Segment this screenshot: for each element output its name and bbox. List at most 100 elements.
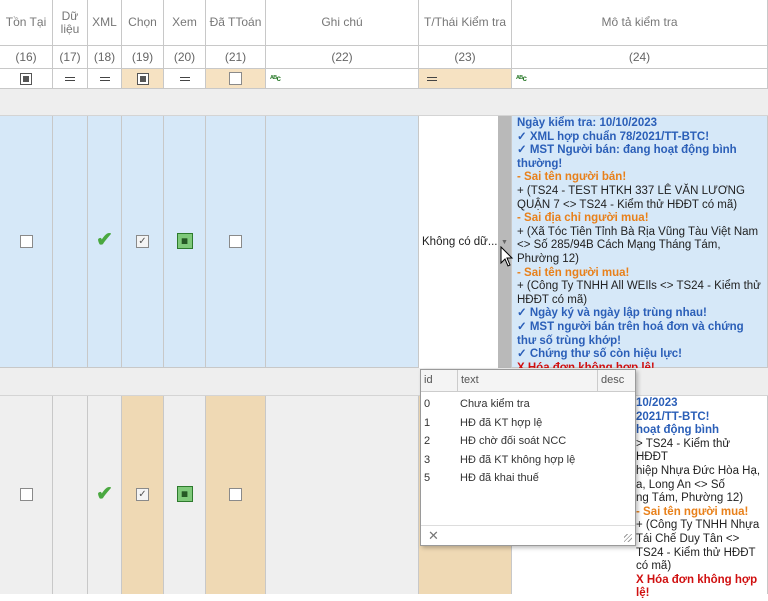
description-line: 2021/TT-BTC! [636,410,710,423]
dropdown-option[interactable]: 0 Chưa kiểm tra [421,395,635,414]
da-ttoan-checkbox[interactable] [229,488,242,501]
header-du-lieu[interactable]: Dữ liệu [53,0,88,46]
header-xml[interactable]: XML [88,0,122,46]
header-mo-ta[interactable]: Mô tả kiểm tra [512,0,768,46]
text-filter-icon: ᴬᴮc [516,74,527,83]
group-row [0,368,53,396]
group-row [122,368,164,396]
row2-ghi-chu[interactable] [266,396,419,594]
row2-description: 10/2023 2021/TT-BTC! hoạt động bình > TS24 … [636,397,764,601]
option-id: 5 [424,472,431,485]
description-line: ng Tám, Phường 12) [636,492,744,505]
resize-grip-icon[interactable] [624,534,632,542]
description-line: ✓ XML hợp chuẩn 78/2021/TT-BTC! [517,130,710,143]
description-line: X Hóa đơn không hợp lệ! [636,573,758,600]
da-ttoan-checkbox[interactable] [229,235,242,248]
col-da-ttoan: Đã TToán (21) [206,0,266,594]
option-id: 0 [424,398,431,411]
group-row [53,368,88,396]
description-line: + (Công Ty TNHH Nhựa Tái Chế Duy Tân <> … [636,519,760,573]
group-row [0,89,53,116]
dropdown-option[interactable]: 1 HĐ đã KT hợp lệ [421,414,635,433]
header-chon[interactable]: Chọn [122,0,164,46]
close-icon[interactable]: ✕ [428,528,439,544]
dropdown-option[interactable]: 5 HĐ đã khai thuế [421,469,635,488]
description-line: ✓ Ngày ký và ngày lập trùng nhau! [517,307,707,320]
row1-description: Ngày kiểm tra: 10/10/2023 ✓ XML hợp chuẩn… [517,117,764,375]
colnum-da-ttoan: (21) [206,46,266,69]
option-text: Chưa kiểm tra [460,398,530,411]
description-line: > TS24 - Kiểm thử HĐĐT [636,437,731,464]
equals-icon [179,76,190,81]
colnum-xml: (18) [88,46,122,69]
colnum-du-lieu: (17) [53,46,88,69]
filter-chon[interactable] [122,69,164,89]
filter-du-lieu[interactable] [53,69,88,89]
colnum-xem: (20) [164,46,206,69]
header-xem[interactable]: Xem [164,0,206,46]
filter-ghi-chu[interactable]: ᴬᴮc [266,69,419,89]
description-line: hiệp Nhựa Đức Hòa Hạ, [636,464,761,477]
dropdown-option[interactable]: 3 HĐ đã KT không hợp lệ [421,451,635,470]
ton-tai-checkbox[interactable] [19,488,33,501]
combo-dropdown-button[interactable]: ▼ [498,116,511,368]
group-row [53,89,88,116]
dropdown-option[interactable]: 2 HĐ chờ đối soát NCC [421,432,635,451]
header-tthai[interactable]: T/Thái Kiểm tra [419,0,512,46]
group-row [266,368,419,396]
filter-xml[interactable] [88,69,122,89]
dropdown-header-id[interactable]: id [421,370,458,391]
filter-tthai[interactable] [419,69,512,89]
status-combobox[interactable]: Không có dữ... [419,116,498,368]
chon-checkbox[interactable]: ✓ [136,488,149,501]
header-ghi-chu[interactable]: Ghi chú [266,0,419,46]
dropdown-header-desc[interactable]: desc [598,370,635,391]
col-du-lieu: Dữ liệu (17) [53,0,88,594]
col-xml: XML (18) ✔ ✔ [88,0,122,594]
filter-checkbox-icon[interactable] [136,72,149,85]
filter-ton-tai[interactable] [0,69,53,89]
option-text: HĐ chờ đối soát NCC [460,435,567,448]
colnum-tthai: (23) [419,46,512,69]
option-text: HĐ đã khai thuế [460,472,539,485]
colnum-ton-tai: (16) [0,46,53,69]
filter-checkbox[interactable] [229,72,242,85]
header-ton-tai[interactable]: Tồn Tại [0,0,53,46]
description-line: - Sai địa chỉ người mua! [517,212,649,225]
ton-tai-checkbox[interactable] [19,235,33,248]
view-xml-icon[interactable]: ▦ [176,486,193,502]
row1-xml: ✔ [88,116,122,368]
filter-da-ttoan[interactable] [206,69,266,89]
chevron-down-icon: ▼ [501,238,508,246]
description-line: a, Long An <> Số [636,478,725,491]
col-ghi-chu: Ghi chú (22) ᴬᴮc [266,0,419,594]
description-line: ✓ MST Người bán: đang hoạt động bình thư… [517,144,737,170]
row1-mo-ta: Ngày kiểm tra: 10/10/2023 ✓ XML hợp chuẩn… [512,116,768,374]
invoice-grid: Tồn Tại (16) Dữ liệu (17) XML (18) ✔ ✔ C… [0,0,768,599]
description-line: - Sai tên người bán! [517,171,627,184]
dropdown-header: id text desc [421,370,635,392]
row1-du-lieu [53,116,88,368]
colnum-chon: (19) [122,46,164,69]
description-line: + (Công Ty TNHH All WEIls <> TS24 - Kiểm… [517,280,761,306]
filter-xem[interactable] [164,69,206,89]
row2-ton-tai [0,396,53,594]
view-xml-icon[interactable]: ▦ [176,233,193,249]
option-id: 2 [424,435,431,448]
col-ton-tai: Tồn Tại (16) [0,0,53,594]
equals-icon [427,76,437,81]
status-dropdown-popup: id text desc 0 Chưa kiểm tra 1 HĐ đã KT hợp… [420,369,636,546]
description-line: ✓ Chứng thư số còn hiệu lực! [517,348,682,361]
header-da-ttoan[interactable]: Đã TToán [206,0,266,46]
chon-checkbox[interactable]: ✓ [136,235,149,248]
description-line: Ngày kiểm tra: 10/10/2023 [517,117,658,129]
filter-mo-ta[interactable]: ᴬᴮc [512,69,768,89]
row1-ghi-chu[interactable] [266,116,419,368]
dropdown-options: 0 Chưa kiểm tra 1 HĐ đã KT hợp lệ 2 HĐ chờ đố… [421,392,635,488]
description-line: - Sai tên người mua! [636,505,749,518]
filter-checkbox-icon[interactable] [20,72,32,85]
dropdown-header-text[interactable]: text [458,370,598,391]
row2-da-ttoan [206,396,266,594]
row1-xem: ▦ [164,116,206,368]
row1-chon: ✓ [122,116,164,368]
